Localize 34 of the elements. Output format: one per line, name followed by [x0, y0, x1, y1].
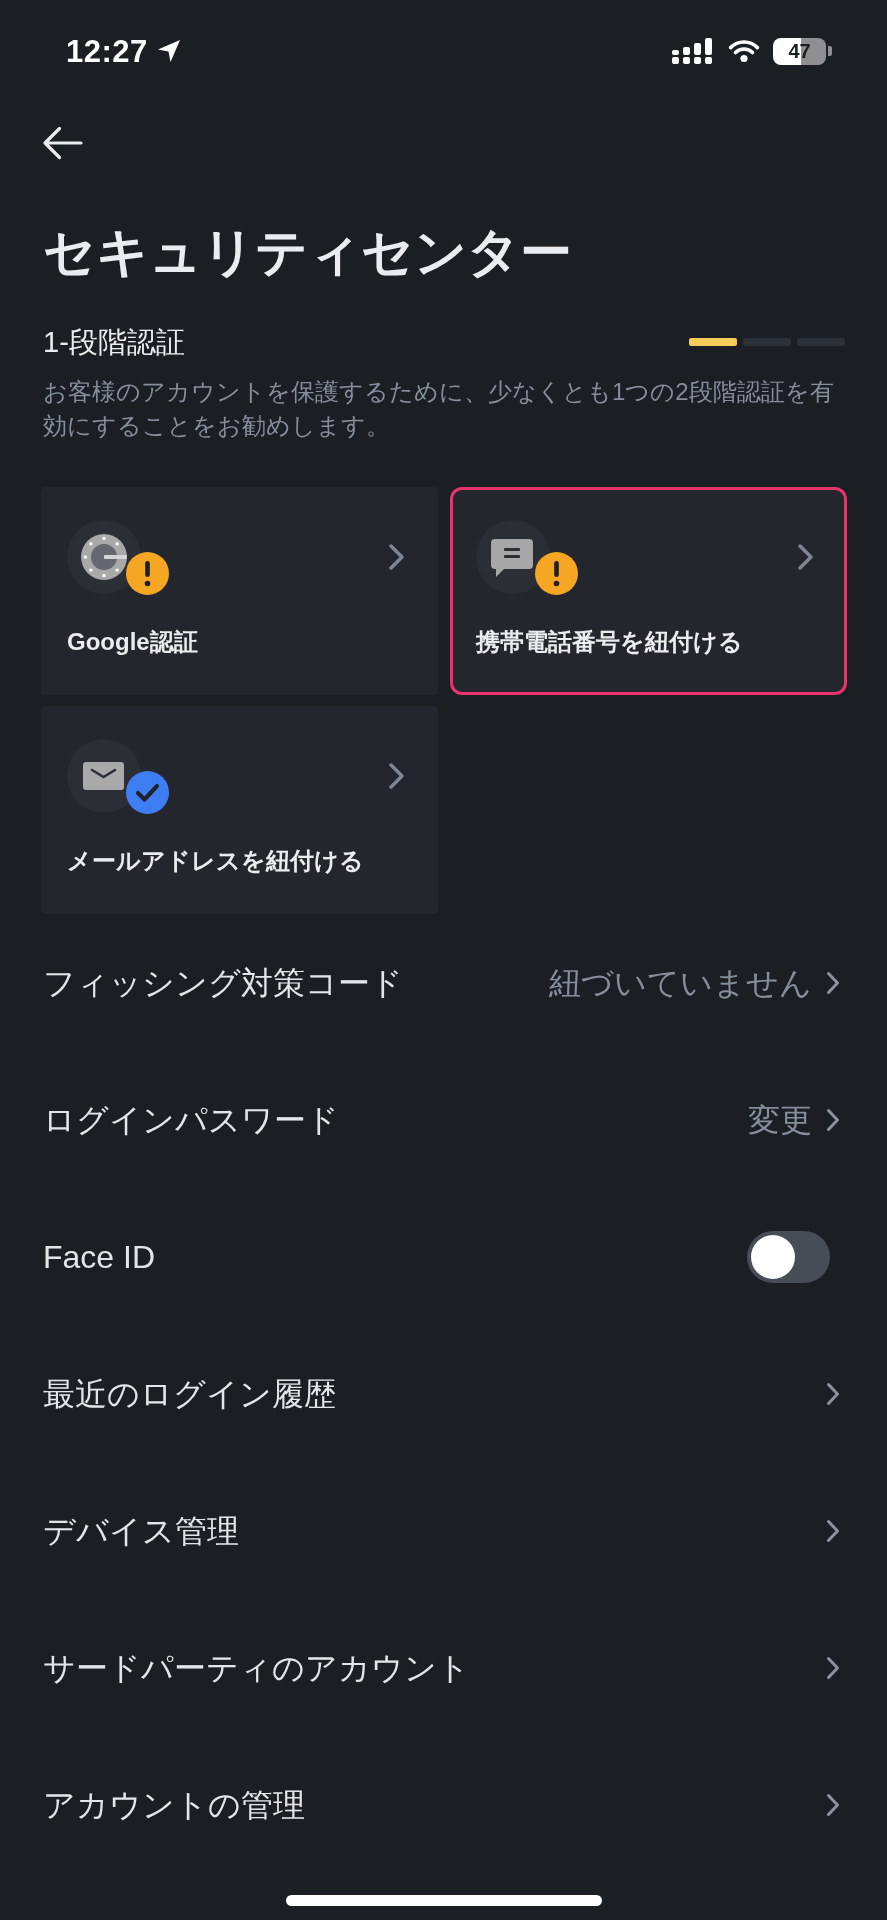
setting-label[interactable]: ログインパスワード: [43, 1099, 339, 1140]
setting-label[interactable]: サードパーティのアカウント: [43, 1647, 470, 1688]
setting-value: 変更: [748, 1100, 812, 1140]
location-arrow-icon: [155, 38, 182, 64]
envelope-icon: [67, 739, 141, 813]
setting-label[interactable]: 最近のログイン履歴: [43, 1373, 336, 1414]
chevron-right-icon: [826, 1518, 840, 1543]
dial-icon: [67, 520, 141, 594]
page-title: セキュリティセンター: [43, 222, 572, 283]
setting-label[interactable]: アカウントの管理: [43, 1784, 305, 1825]
battery-indicator: 47: [773, 37, 832, 65]
method-card[interactable]: 携帯電話番号を紐付ける: [450, 487, 847, 695]
status-time: 12:27: [66, 35, 148, 67]
setting-label[interactable]: フィッシング対策コード: [43, 962, 403, 1003]
signal-icon: [672, 38, 712, 64]
chevron-right-icon: [388, 543, 405, 571]
section-heading: 1-段階認証: [43, 325, 185, 360]
toggle-switch[interactable]: [747, 1230, 830, 1283]
chevron-right-icon: [826, 1381, 840, 1406]
method-card[interactable]: Google認証: [41, 487, 438, 695]
chevron-right-icon: [826, 1107, 840, 1132]
setting-label: Face ID: [43, 1237, 156, 1277]
description-text: お客様のアカウントを保護するために、少なくとも1つの2段階認証を有効にすることをお勧めします。: [43, 377, 835, 441]
method-card[interactable]: メールアドレスを紐付ける: [41, 706, 438, 914]
back-arrow-icon[interactable]: [42, 126, 83, 160]
chat-bubble-icon: [476, 520, 550, 594]
chevron-right-icon: [388, 762, 405, 790]
chevron-right-icon: [826, 1655, 840, 1680]
chevron-right-icon: [826, 970, 840, 995]
wifi-icon: [727, 39, 761, 63]
chevron-right-icon: [797, 543, 814, 571]
chevron-right-icon: [826, 1792, 840, 1817]
setting-label[interactable]: デバイス管理: [43, 1510, 239, 1551]
setting-value: 紐づいていません: [549, 963, 812, 1003]
